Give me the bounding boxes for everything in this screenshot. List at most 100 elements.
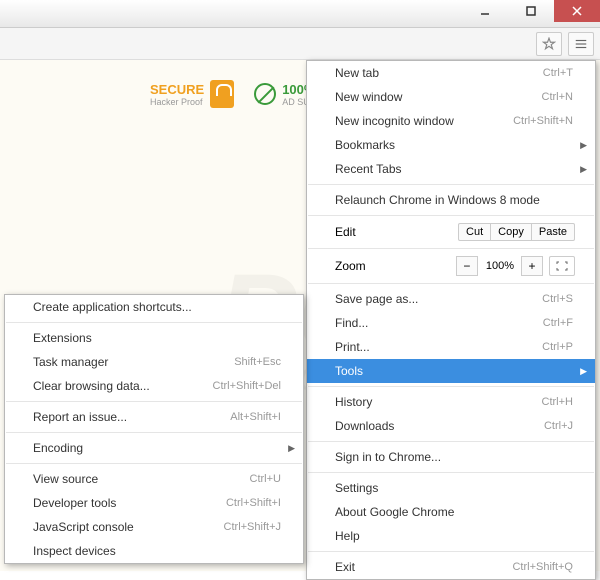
menu-item-find[interactable]: Find... Ctrl+F [307,311,595,335]
shortcut: Ctrl+T [543,67,573,79]
menu-item-create-application-shortcuts[interactable]: Create application shortcuts... [5,295,303,319]
shortcut: Ctrl+N [542,91,573,103]
separator [6,322,302,323]
menu-item-label: Sign in to Chrome... [335,450,441,464]
separator [6,401,302,402]
menu-item-label: About Google Chrome [335,505,454,519]
zoom-in-button[interactable]: + [521,256,543,276]
menu-item-label: Task manager [33,355,108,369]
close-button[interactable] [554,0,600,22]
shortcut: Ctrl+F [543,317,573,329]
menu-item-label: Find... [335,316,368,330]
separator [6,432,302,433]
menu-item-extensions[interactable]: Extensions [5,326,303,350]
tools-submenu: Create application shortcuts... Extension… [4,294,304,564]
menu-item-label: Settings [335,481,378,495]
menu-item-label: Downloads [335,419,394,433]
shortcut: Ctrl+Shift+Q [512,561,573,573]
shortcut: Ctrl+U [250,473,281,485]
menu-item-label: Extensions [33,331,92,345]
shortcut: Shift+Esc [234,356,281,368]
menu-item-exit[interactable]: Exit Ctrl+Shift+Q [307,555,595,579]
menu-item-label: Save page as... [335,292,418,306]
menu-item-print[interactable]: Print... Ctrl+P [307,335,595,359]
separator [308,215,594,216]
menu-item-new-incognito-window[interactable]: New incognito window Ctrl+Shift+N [307,109,595,133]
shortcut: Ctrl+Shift+I [226,497,281,509]
menu-item-javascript-console[interactable]: JavaScript consoleCtrl+Shift+J [5,515,303,539]
minimize-button[interactable] [462,0,508,22]
zoom-value: 100% [478,260,522,272]
lock-icon [210,80,234,108]
menu-item-label: Report an issue... [33,410,127,424]
shortcut: Ctrl+H [542,396,573,408]
menu-item-label: Create application shortcuts... [33,300,192,314]
menu-item-clear-browsing-data[interactable]: Clear browsing data...Ctrl+Shift+Del [5,374,303,398]
shortcut: Ctrl+J [544,420,573,432]
shortcut: Alt+Shift+I [230,411,281,423]
menu-item-new-window[interactable]: New window Ctrl+N [307,85,595,109]
secure-badge: SECUREHacker Proof [150,80,234,108]
shortcut: Ctrl+P [542,341,573,353]
menu-item-new-tab[interactable]: New tab Ctrl+T [307,61,595,85]
menu-item-label: Exit [335,560,355,574]
menu-item-label: Encoding [33,441,83,455]
menu-item-sign-in-to-chrome[interactable]: Sign in to Chrome... [307,445,595,469]
menu-item-tools[interactable]: Tools ▶ [307,359,595,383]
chevron-right-icon: ▶ [580,140,587,151]
menu-item-about-google-chrome[interactable]: About Google Chrome [307,500,595,524]
edit-label: Edit [335,225,356,239]
zoom-row: Zoom −100%+ [307,252,595,280]
menu-item-relaunch-chrome-in-windows-8-mode[interactable]: Relaunch Chrome in Windows 8 mode [307,188,595,212]
edit-row: Edit CutCopyPaste [307,219,595,245]
menu-item-view-source[interactable]: View source Ctrl+U [5,467,303,491]
menu-item-developer-tools[interactable]: Developer tools Ctrl+Shift+I [5,491,303,515]
copy-button[interactable]: Copy [490,223,532,241]
paste-button[interactable]: Paste [531,223,575,241]
menu-item-recent-tabs[interactable]: Recent Tabs ▶ [307,157,595,181]
menu-item-label: New incognito window [335,114,454,128]
separator [308,184,594,185]
menu-item-label: Inspect devices [33,544,116,558]
chrome-main-menu: New tab Ctrl+T New window Ctrl+N New incogni… [306,60,596,580]
menu-item-label: Developer tools [33,496,116,510]
fullscreen-button[interactable] [549,256,575,276]
chevron-right-icon: ▶ [580,164,587,175]
menu-item-encoding[interactable]: Encoding▶ [5,436,303,460]
menu-item-save-page-as[interactable]: Save page as... Ctrl+S [307,287,595,311]
menu-item-label: New tab [335,66,379,80]
menu-item-task-manager[interactable]: Task manager Shift+Esc [5,350,303,374]
maximize-button[interactable] [508,0,554,22]
bookmark-star-icon[interactable] [536,32,562,56]
titlebar [0,0,600,28]
separator [308,441,594,442]
separator [308,248,594,249]
menu-item-bookmarks[interactable]: Bookmarks ▶ [307,133,595,157]
menu-item-help[interactable]: Help [307,524,595,548]
shortcut: Ctrl+Shift+N [513,115,573,127]
shortcut: Ctrl+S [542,293,573,305]
menu-item-history[interactable]: History Ctrl+H [307,390,595,414]
no-sign-icon [254,83,276,105]
browser-toolbar [0,28,600,60]
separator [308,386,594,387]
separator [308,283,594,284]
menu-item-label: Tools [335,364,363,378]
menu-item-label: Recent Tabs [335,162,402,176]
cut-button[interactable]: Cut [458,223,491,241]
menu-item-label: History [335,395,372,409]
zoom-out-button[interactable]: − [456,256,478,276]
shortcut: Ctrl+Shift+Del [213,380,281,392]
menu-item-report-an-issue[interactable]: Report an issue... Alt+Shift+I [5,405,303,429]
chevron-right-icon: ▶ [580,366,587,377]
shortcut: Ctrl+Shift+J [224,521,281,533]
zoom-label: Zoom [335,259,366,273]
menu-button[interactable] [568,32,594,56]
menu-item-label: New window [335,90,402,104]
menu-item-label: View source [33,472,98,486]
menu-item-label: Bookmarks [335,138,395,152]
menu-item-label: Print... [335,340,370,354]
menu-item-inspect-devices[interactable]: Inspect devices [5,539,303,563]
menu-item-downloads[interactable]: Downloads Ctrl+J [307,414,595,438]
menu-item-settings[interactable]: Settings [307,476,595,500]
